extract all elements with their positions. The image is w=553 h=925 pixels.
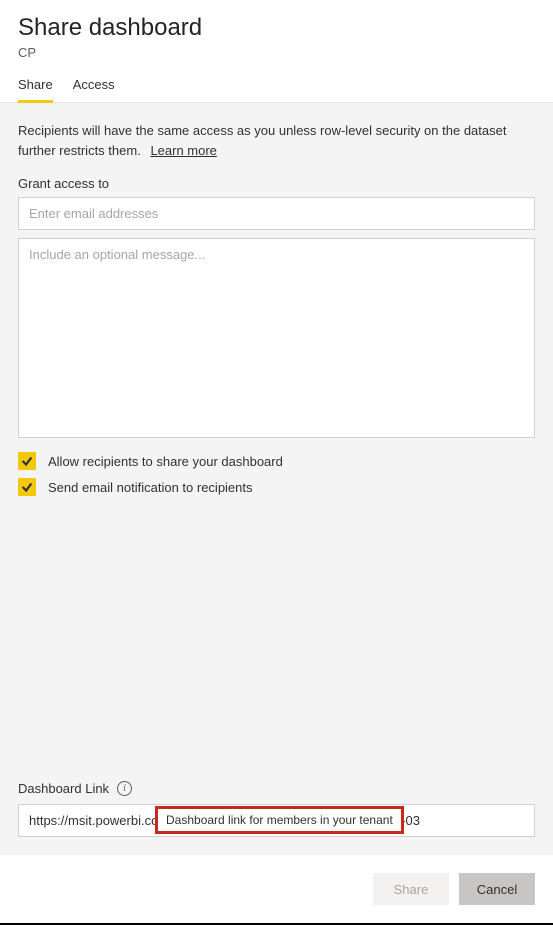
check-icon — [20, 480, 34, 494]
tab-access[interactable]: Access — [73, 77, 115, 103]
footer: Share Cancel — [0, 855, 553, 925]
page-subtitle: CP — [18, 45, 535, 60]
dashboard-link-label: Dashboard Link — [18, 781, 109, 796]
checkbox-allow-reshare-label: Allow recipients to share your dashboard — [48, 454, 283, 469]
email-input[interactable] — [18, 197, 535, 230]
dashboard-link-tooltip: Dashboard link for members in your tenan… — [155, 806, 404, 834]
checkbox-send-email[interactable] — [18, 478, 36, 496]
checkbox-send-email-row: Send email notification to recipients — [18, 478, 535, 496]
learn-more-link[interactable]: Learn more — [150, 143, 216, 158]
grant-access-label: Grant access to — [18, 176, 535, 191]
dashboard-link-input-wrap: Dashboard link for members in your tenan… — [18, 804, 535, 837]
share-button[interactable]: Share — [373, 873, 449, 905]
message-textarea[interactable] — [18, 238, 535, 438]
spacer — [18, 496, 535, 761]
tab-share[interactable]: Share — [18, 77, 53, 103]
tab-bar: Share Access — [0, 60, 553, 103]
share-panel: Recipients will have the same access as … — [0, 103, 553, 855]
info-text-content: Recipients will have the same access as … — [18, 123, 506, 158]
checkbox-allow-reshare-row: Allow recipients to share your dashboard — [18, 452, 535, 470]
info-icon[interactable]: i — [117, 781, 132, 796]
panel-header: Share dashboard CP — [0, 0, 553, 60]
dashboard-link-section: Dashboard Link i Dashboard link for memb… — [18, 781, 535, 837]
checkbox-allow-reshare[interactable] — [18, 452, 36, 470]
cancel-button[interactable]: Cancel — [459, 873, 535, 905]
check-icon — [20, 454, 34, 468]
dashboard-link-label-row: Dashboard Link i — [18, 781, 535, 796]
checkbox-send-email-label: Send email notification to recipients — [48, 480, 253, 495]
info-text: Recipients will have the same access as … — [18, 121, 535, 160]
page-title: Share dashboard — [18, 12, 535, 43]
